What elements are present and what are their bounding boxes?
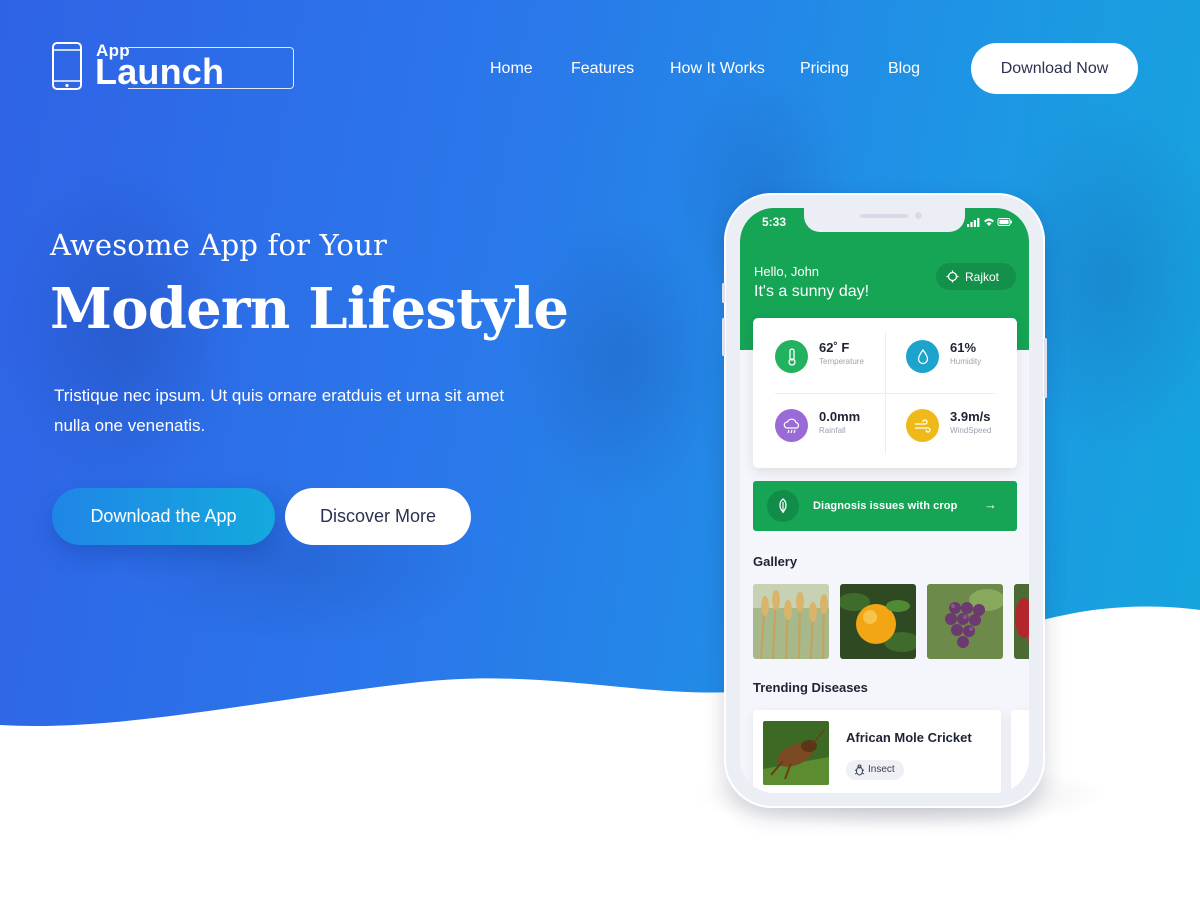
greeting-message: It's a sunny day! — [754, 283, 870, 300]
disease-card[interactable]: African Mole Cricket Insect — [753, 710, 1001, 793]
cricket-photo — [763, 721, 829, 785]
phone-speaker — [860, 214, 908, 218]
disease-tag: Insect — [846, 760, 904, 780]
phone-notch — [804, 208, 965, 232]
wheat-photo — [753, 584, 829, 659]
droplet-icon — [906, 340, 939, 373]
nav-item-features[interactable]: Features — [571, 60, 634, 78]
red-fruit-photo — [1014, 584, 1029, 659]
download-now-button[interactable]: Download Now — [971, 43, 1138, 94]
diagnosis-button[interactable]: Diagnosis issues with crop → — [753, 481, 1017, 531]
download-app-button[interactable]: Download the App — [52, 488, 275, 545]
gallery-title: Gallery — [753, 554, 798, 569]
phone-screen: 5:33 Hello, John It's a sunny day! Rajko… — [740, 208, 1029, 793]
weather-windspeed: 3.9m/s WindSpeed — [906, 405, 1026, 445]
location-label: Rajkot — [965, 269, 1000, 284]
weather-rainfall: 0.0mm Rainfall — [775, 405, 895, 445]
thermometer-icon — [775, 340, 808, 373]
disease-card-partial[interactable] — [1011, 710, 1029, 793]
gallery-item-orange[interactable] — [840, 584, 916, 659]
weather-card: 62˚ F Temperature 61% Humidity 0.0mm Rai… — [753, 318, 1017, 468]
location-selector[interactable]: Rajkot — [936, 263, 1016, 290]
wind-icon — [906, 409, 939, 442]
hero-title: Modern Lifestyle — [50, 276, 569, 342]
temperature-value: 62˚ F — [819, 340, 850, 355]
rain-cloud-icon — [775, 409, 808, 442]
humidity-value: 61% — [950, 340, 977, 355]
gallery-item-grapes[interactable] — [927, 584, 1003, 659]
phone-side-button — [722, 283, 725, 303]
leaf-icon — [767, 490, 799, 522]
nav-item-how-it-works[interactable]: How It Works — [670, 60, 765, 78]
weather-humidity: 61% Humidity — [906, 336, 1026, 376]
rainfall-value: 0.0mm — [819, 409, 861, 424]
humidity-label: Humidity — [950, 357, 982, 366]
arrow-right-icon: → — [984, 497, 997, 512]
phone-mockup: 5:33 Hello, John It's a sunny day! Rajko… — [722, 193, 1047, 808]
grapes-photo — [927, 584, 1003, 659]
nav-item-pricing[interactable]: Pricing — [800, 60, 849, 78]
disease-tag-label: Insect — [868, 764, 895, 775]
location-target-icon — [946, 270, 959, 283]
windspeed-value: 3.9m/s — [950, 409, 991, 424]
status-icons — [967, 218, 1012, 227]
trending-title: Trending Diseases — [753, 680, 868, 695]
windspeed-label: WindSpeed — [950, 426, 992, 435]
discover-more-button[interactable]: Discover More — [285, 488, 471, 545]
nav-item-home[interactable]: Home — [490, 60, 533, 78]
diagnosis-label: Diagnosis issues with crop — [813, 500, 958, 512]
nav-item-blog[interactable]: Blog — [888, 60, 920, 78]
weather-temperature: 62˚ F Temperature — [775, 336, 895, 376]
gallery-item-wheat[interactable] — [753, 584, 829, 659]
orange-photo — [840, 584, 916, 659]
temperature-label: Temperature — [819, 357, 864, 366]
hero-subtitle: Awesome App for Your — [50, 228, 388, 262]
greeting-name: Hello, John — [754, 264, 820, 279]
rainfall-label: Rainfall — [819, 426, 846, 435]
disease-name: African Mole Cricket — [846, 730, 972, 745]
phone-side-button — [1044, 338, 1047, 398]
status-time: 5:33 — [762, 215, 787, 229]
bug-icon — [854, 764, 865, 776]
hero-description: Tristique nec ipsum. Ut quis ornare erat… — [54, 386, 505, 435]
phone-camera — [915, 212, 922, 219]
gallery-item-red-fruit[interactable] — [1014, 584, 1029, 659]
phone-side-button — [722, 318, 725, 356]
